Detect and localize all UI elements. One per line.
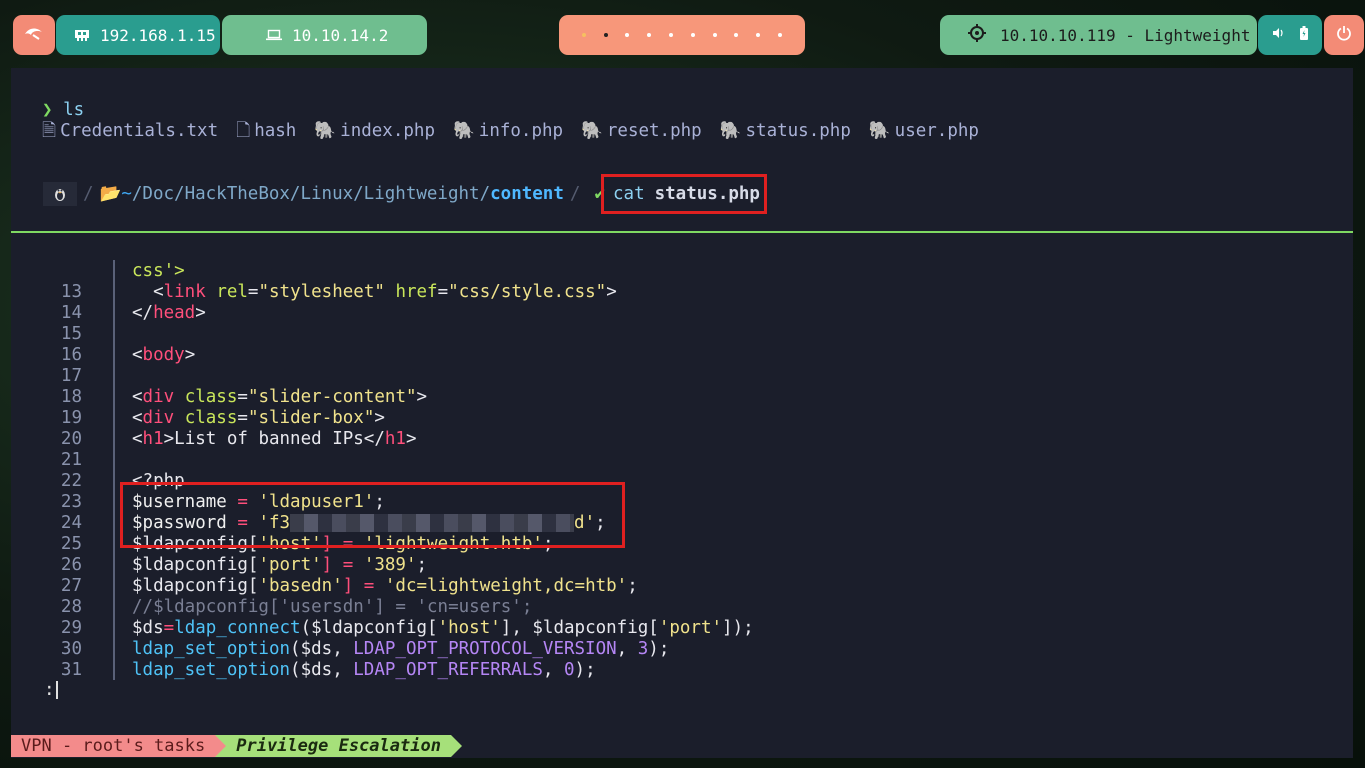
workspace-dot[interactable] <box>690 33 695 37</box>
power-icon <box>1336 25 1352 45</box>
power-button[interactable] <box>1324 15 1364 55</box>
workspace-dot[interactable] <box>778 33 783 37</box>
line-number: 22 <box>60 471 82 491</box>
line-number: 28 <box>60 597 82 617</box>
code-line: <div class="slider-content"> <box>132 387 428 407</box>
prompt-separator: / <box>83 184 94 204</box>
vpn-ip-indicator[interactable]: 10.10.14.2 <box>222 15 427 55</box>
workspace-dot[interactable] <box>647 33 652 37</box>
cat-command-highlight: cat status.php <box>601 174 767 214</box>
window-label[interactable]: Privilege Escalation <box>226 735 451 757</box>
file-icon: 🗋 <box>236 121 251 141</box>
line-number: 17 <box>60 366 82 386</box>
file-entry: 🐘 user.php <box>868 121 979 141</box>
line-number: 23 <box>60 492 82 512</box>
powerline-prompt: / 📂~/Doc/HackTheBox/Linux/Lightweight/co… <box>43 182 605 206</box>
php-elephant-icon: 🐘 <box>868 121 891 141</box>
line-number: 24 <box>60 513 82 533</box>
code-line: ldap_set_option($ds, LDAP_OPT_PROTOCOL_V… <box>132 639 670 659</box>
crosshair-icon <box>968 24 986 46</box>
code-line: $ldapconfig['port'] = '389'; <box>132 555 428 575</box>
line-number: 20 <box>60 429 82 449</box>
code-line: ldap_set_option($ds, LDAP_OPT_REFERRALS,… <box>132 660 596 680</box>
file-entry: 🐘 status.php <box>719 121 851 141</box>
line-number: 30 <box>60 639 82 659</box>
file-entry: 🐘 info.php <box>452 121 564 141</box>
debian-swirl-icon <box>23 25 45 45</box>
network-card-icon <box>74 26 90 45</box>
status-separator <box>215 735 227 757</box>
target-indicator[interactable]: 10.10.10.119 - Lightweight <box>940 15 1257 55</box>
line-number: 13 <box>60 282 82 302</box>
prompt-arrow: ❯ <box>42 100 53 120</box>
code-line: $ds=ldap_connect($ldapconfig['host'], $l… <box>132 618 754 638</box>
credentials-highlight <box>120 482 625 548</box>
cat-argument: status.php <box>654 184 760 204</box>
session-label[interactable]: VPN - root's tasks <box>11 735 216 757</box>
target-text: 10.10.10.119 - Lightweight <box>1000 25 1251 45</box>
terminal-window[interactable]: ❯ ls 🗎 Credentials.txt 🗋 hash 🐘 index.php 🐘 inf… <box>11 68 1353 758</box>
local-ip-text: 192.168.1.15 <box>100 25 216 45</box>
ls-output: 🗎 Credentials.txt 🗋 hash 🐘 index.php 🐘 info.php… <box>42 121 997 142</box>
local-ip-indicator[interactable]: 192.168.1.15 <box>56 15 220 55</box>
ls-prompt-line: ❯ ls <box>42 100 84 121</box>
code-line: <link rel="stylesheet" href="css/style.c… <box>132 282 617 302</box>
menu-logo-button[interactable] <box>13 15 55 55</box>
line-number: 26 <box>60 555 82 575</box>
line-number-gutter <box>113 260 115 680</box>
system-tray[interactable] <box>1258 15 1322 55</box>
php-elephant-icon: 🐘 <box>719 121 742 141</box>
code-line: </head> <box>132 303 206 323</box>
code-line: <div class="slider-box"> <box>132 408 385 428</box>
workspace-dot[interactable] <box>581 33 586 37</box>
workspace-dot[interactable] <box>712 33 717 37</box>
prompt-separator: / <box>569 184 581 204</box>
ls-command: ls <box>63 100 85 120</box>
line-number: 21 <box>60 450 82 470</box>
workspace-switcher[interactable] <box>559 15 805 55</box>
code-line: <h1>List of banned IPs</h1> <box>132 429 417 449</box>
text-file-icon: 🗎 <box>42 121 57 141</box>
prompt-path: 📂~/Doc/HackTheBox/Linux/Lightweight/cont… <box>99 184 564 204</box>
file-entry: 🗋 hash <box>236 121 297 141</box>
laptop-icon <box>266 26 282 45</box>
php-elephant-icon: 🐘 <box>314 121 337 141</box>
line-number: 18 <box>60 387 82 407</box>
workspace-dot[interactable] <box>625 33 630 37</box>
vpn-ip-text: 10.10.14.2 <box>292 25 389 45</box>
workspace-dot[interactable] <box>734 33 739 37</box>
workspace-dot[interactable] <box>669 33 674 37</box>
battery-icon[interactable] <box>1300 26 1308 44</box>
line-number: 29 <box>60 618 82 638</box>
folder-open-icon: 📂 <box>99 184 122 204</box>
code-line: $ldapconfig['basedn'] = 'dc=lightweight,… <box>132 576 638 596</box>
line-number: 27 <box>60 576 82 596</box>
workspace-dot[interactable] <box>756 33 761 37</box>
php-elephant-icon: 🐘 <box>581 121 603 141</box>
file-entry: 🐘 index.php <box>314 121 435 141</box>
php-elephant-icon: 🐘 <box>452 121 475 141</box>
line-number: 19 <box>60 408 82 428</box>
file-entry: 🐘 reset.php <box>581 121 702 141</box>
tmux-status-bar: VPN - root's tasks Privilege Escalation <box>11 735 462 757</box>
pager-prompt[interactable]: : <box>44 680 58 700</box>
line-number: 14 <box>60 303 82 323</box>
line-number: 16 <box>60 345 82 365</box>
volume-icon[interactable] <box>1272 27 1284 43</box>
line-number: 15 <box>60 324 82 344</box>
file-entry: 🗎 Credentials.txt <box>42 121 219 141</box>
code-line: //$ldapconfig['usersdn'] = 'cn=users'; <box>132 597 533 617</box>
code-line: css'> <box>132 261 185 281</box>
linux-tux-icon <box>43 182 77 206</box>
workspace-dot-active[interactable] <box>603 33 608 37</box>
line-number: 31 <box>60 660 82 680</box>
code-line: <body> <box>132 345 196 365</box>
prompt-divider <box>11 231 1353 233</box>
line-number: 25 <box>60 534 82 554</box>
cat-command: cat <box>613 184 645 204</box>
status-separator <box>450 735 462 757</box>
text-cursor <box>55 681 58 699</box>
